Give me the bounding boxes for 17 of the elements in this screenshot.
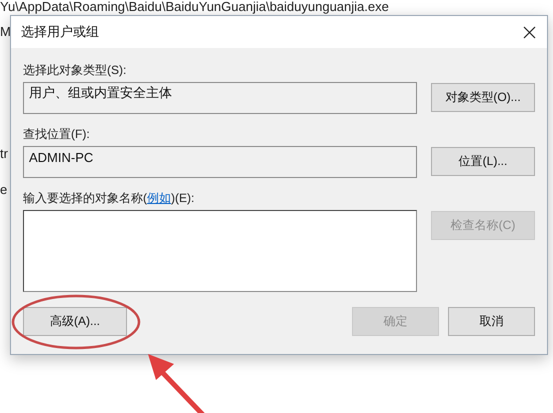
background-text: M: [0, 24, 11, 39]
object-names-input[interactable]: [23, 210, 417, 292]
field-label: 输入要选择的对象名称(例如)(E):: [23, 190, 196, 207]
object-type-field[interactable]: 用户、组或内置安全主体: [23, 82, 417, 114]
background-text: e: [0, 182, 8, 197]
field-label: 选择此对象类型(S):: [23, 62, 128, 79]
locations-button[interactable]: 位置(L)...: [431, 147, 535, 176]
object-types-button[interactable]: 对象类型(O)...: [431, 83, 535, 112]
background-text: tr: [0, 146, 8, 161]
dialog-button[interactable]: 取消: [448, 307, 535, 336]
location-field[interactable]: ADMIN-PC: [23, 146, 417, 178]
window-title: 选择用户或组: [21, 23, 99, 41]
file-path-text: Yu\AppData\Roaming\Baidu\BaiduYunGuanjia\baiduyunguanjia.exe: [0, 0, 389, 14]
close-icon: [522, 26, 536, 38]
examples-link[interactable]: 例如: [147, 191, 171, 205]
dialog-button[interactable]: 高级(A)...: [23, 307, 127, 336]
field-label: 查找位置(F):: [23, 126, 91, 143]
